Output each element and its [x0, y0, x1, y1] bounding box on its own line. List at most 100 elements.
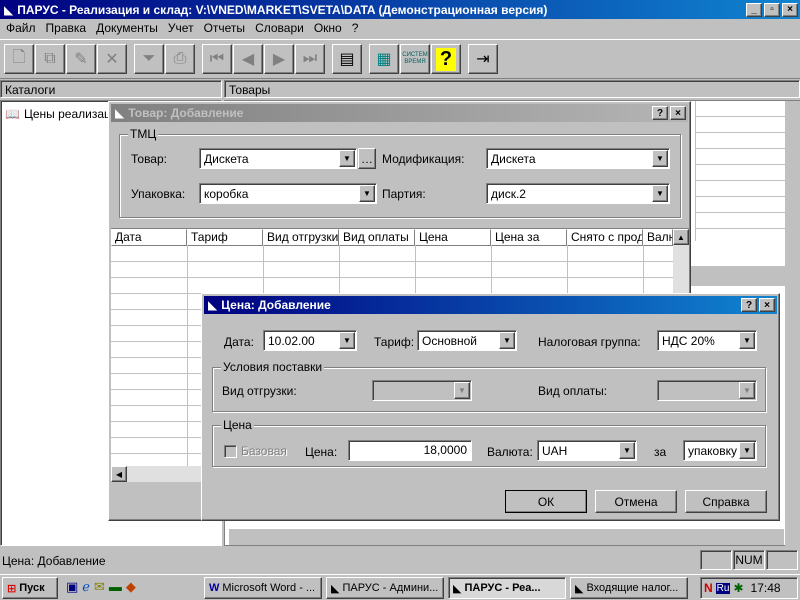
column-header[interactable]: Дата: [111, 229, 187, 246]
price-help-button[interactable]: ?: [741, 298, 757, 312]
menu-window[interactable]: Окно: [314, 21, 342, 37]
goods-help-button[interactable]: ?: [652, 106, 668, 120]
tax-group-select[interactable]: НДС 20% ▼: [657, 330, 757, 351]
status-bar: Цена: Добавление NUM: [0, 550, 800, 572]
app-titlebar[interactable]: ◣ ПАРУС - Реализация и склад: V:\VNED\MA…: [0, 0, 800, 19]
chevron-down-icon[interactable]: ▼: [359, 185, 375, 202]
list-icon[interactable]: ▤: [332, 44, 362, 74]
menu-reports[interactable]: Отчеты: [204, 21, 245, 37]
system-icon[interactable]: СИСТЕМ ВРЕМЯ: [400, 44, 430, 74]
chevron-down-icon[interactable]: ▼: [652, 150, 668, 167]
language-indicator[interactable]: Ru: [715, 582, 731, 594]
menu-help[interactable]: ?: [352, 21, 359, 37]
menu-file[interactable]: Файл: [6, 21, 36, 37]
bug-icon[interactable]: ✱: [733, 581, 743, 595]
calculator-icon[interactable]: ▦: [369, 44, 399, 74]
goods-close-button[interactable]: ×: [670, 106, 686, 120]
start-button[interactable]: ⊞ Пуск: [2, 577, 58, 599]
chevron-down-icon[interactable]: ▼: [739, 382, 755, 399]
tariff-select[interactable]: Основной ▼: [417, 330, 517, 351]
tax-group-label: Налоговая группа:: [538, 335, 641, 349]
price-close-button[interactable]: ×: [759, 298, 775, 312]
filter-icon[interactable]: ⏷: [134, 44, 164, 74]
scroll-left-icon[interactable]: ◀: [111, 466, 127, 482]
status-cell-2: [766, 550, 798, 570]
price-dialog-titlebar[interactable]: ◣ Цена: Добавление ? ×: [204, 296, 777, 314]
chevron-down-icon[interactable]: ▼: [339, 150, 355, 167]
menu-documents[interactable]: Документы: [96, 21, 158, 37]
toolbar: 🗋 ⧉ ✎ ✕ ⏷ ⎙ ⏮ ◀ ▶ ⏭ ▤ ▦ СИСТЕМ ВРЕМЯ ? ⇥: [0, 39, 800, 79]
price-input[interactable]: 18,0000: [348, 440, 472, 461]
scroll-up-icon[interactable]: ▲: [673, 229, 689, 245]
package-select[interactable]: коробка ▼: [199, 183, 377, 204]
shipment-label: Вид отгрузки:: [222, 384, 297, 398]
column-header[interactable]: Цена: [415, 229, 491, 246]
menu-accounting[interactable]: Учет: [168, 21, 194, 37]
chevron-down-icon[interactable]: ▼: [739, 442, 755, 459]
chevron-down-icon[interactable]: ▼: [739, 332, 755, 349]
catalogs-header: Каталоги: [0, 80, 222, 98]
parus-icon: ◣: [575, 582, 584, 595]
column-header[interactable]: Тариф: [187, 229, 263, 246]
currency-select[interactable]: UAH ▼: [537, 440, 637, 461]
goods-dialog-titlebar[interactable]: ◣ Товар: Добавление ? ×: [111, 104, 688, 122]
checkbox-icon[interactable]: [224, 444, 237, 458]
modification-select[interactable]: Дискета ▼: [486, 148, 670, 169]
column-header[interactable]: Снято с прода: [567, 229, 643, 246]
tovar-select[interactable]: Дискета ▼: [199, 148, 357, 169]
ie-icon[interactable]: ℯ: [82, 579, 90, 595]
prev-icon[interactable]: ◀: [233, 44, 263, 74]
menu-edit[interactable]: Правка: [46, 21, 87, 37]
copy-icon[interactable]: ⧉: [35, 44, 65, 74]
column-header[interactable]: Валю: [643, 229, 673, 246]
fox-icon[interactable]: ◆: [126, 579, 136, 595]
dialog-icon: ◣: [115, 106, 125, 120]
antivirus-icon[interactable]: N: [704, 581, 713, 595]
chevron-down-icon[interactable]: ▼: [339, 332, 355, 349]
menu-bar: Файл Правка Документы Учет Отчеты Словар…: [6, 21, 368, 37]
ok-button[interactable]: ОК: [505, 490, 587, 513]
first-icon[interactable]: ⏮: [202, 44, 232, 74]
per-unit-select[interactable]: упаковку ▼: [683, 440, 757, 461]
last-icon[interactable]: ⏭: [295, 44, 325, 74]
column-header[interactable]: Цена за: [491, 229, 567, 246]
minimize-button[interactable]: _: [746, 2, 762, 17]
task-incoming[interactable]: ◣ Входящие налог...: [570, 577, 688, 599]
exit-icon[interactable]: ⇥: [468, 44, 498, 74]
chevron-down-icon[interactable]: ▼: [652, 185, 668, 202]
outlook-icon[interactable]: ✉: [94, 579, 105, 595]
chevron-down-icon[interactable]: ▼: [454, 382, 470, 399]
clock: 17:48: [750, 581, 781, 595]
column-header[interactable]: Вид оплаты: [339, 229, 415, 246]
quick-launch: ▣ ℯ ✉ ▬ ◆: [66, 579, 136, 595]
tree-item[interactable]: 📖 Цены реализации: [5, 107, 124, 121]
column-header[interactable]: Вид отгрузки: [263, 229, 339, 246]
chevron-down-icon[interactable]: ▼: [499, 332, 515, 349]
next-icon[interactable]: ▶: [264, 44, 294, 74]
batch-select[interactable]: диск.2 ▼: [486, 183, 670, 204]
delete-icon[interactable]: ✕: [97, 44, 127, 74]
payment-select[interactable]: ▼: [657, 380, 757, 401]
chevron-down-icon[interactable]: ▼: [619, 442, 635, 459]
edit-icon[interactable]: ✎: [66, 44, 96, 74]
help-button[interactable]: Справка: [685, 490, 767, 513]
menu-dictionaries[interactable]: Словари: [255, 21, 304, 37]
new-icon[interactable]: 🗋: [4, 44, 34, 74]
close-button[interactable]: ×: [782, 2, 798, 17]
date-field[interactable]: 10.02.00 ▼: [263, 330, 357, 351]
desktop-icon[interactable]: ▣: [66, 579, 78, 595]
task-parus-admin[interactable]: ◣ ПАРУС - Админи...: [326, 577, 444, 599]
task-word[interactable]: W Microsoft Word - ...: [204, 577, 322, 599]
modification-label: Модификация:: [382, 152, 465, 166]
base-checkbox[interactable]: Базовая: [224, 444, 287, 458]
maximize-button[interactable]: ▫: [764, 2, 780, 17]
task-parus-sales[interactable]: ◣ ПАРУС - Реа...: [448, 577, 566, 599]
print-icon[interactable]: ⎙: [165, 44, 195, 74]
tovar-browse-button[interactable]: …: [358, 148, 376, 169]
word-icon: W: [209, 582, 220, 594]
channels-icon[interactable]: ▬: [109, 579, 122, 595]
help-icon[interactable]: ?: [431, 44, 461, 74]
cancel-button[interactable]: Отмена: [595, 490, 677, 513]
shipment-select[interactable]: ▼: [372, 380, 472, 401]
batch-label: Партия:: [382, 187, 426, 201]
